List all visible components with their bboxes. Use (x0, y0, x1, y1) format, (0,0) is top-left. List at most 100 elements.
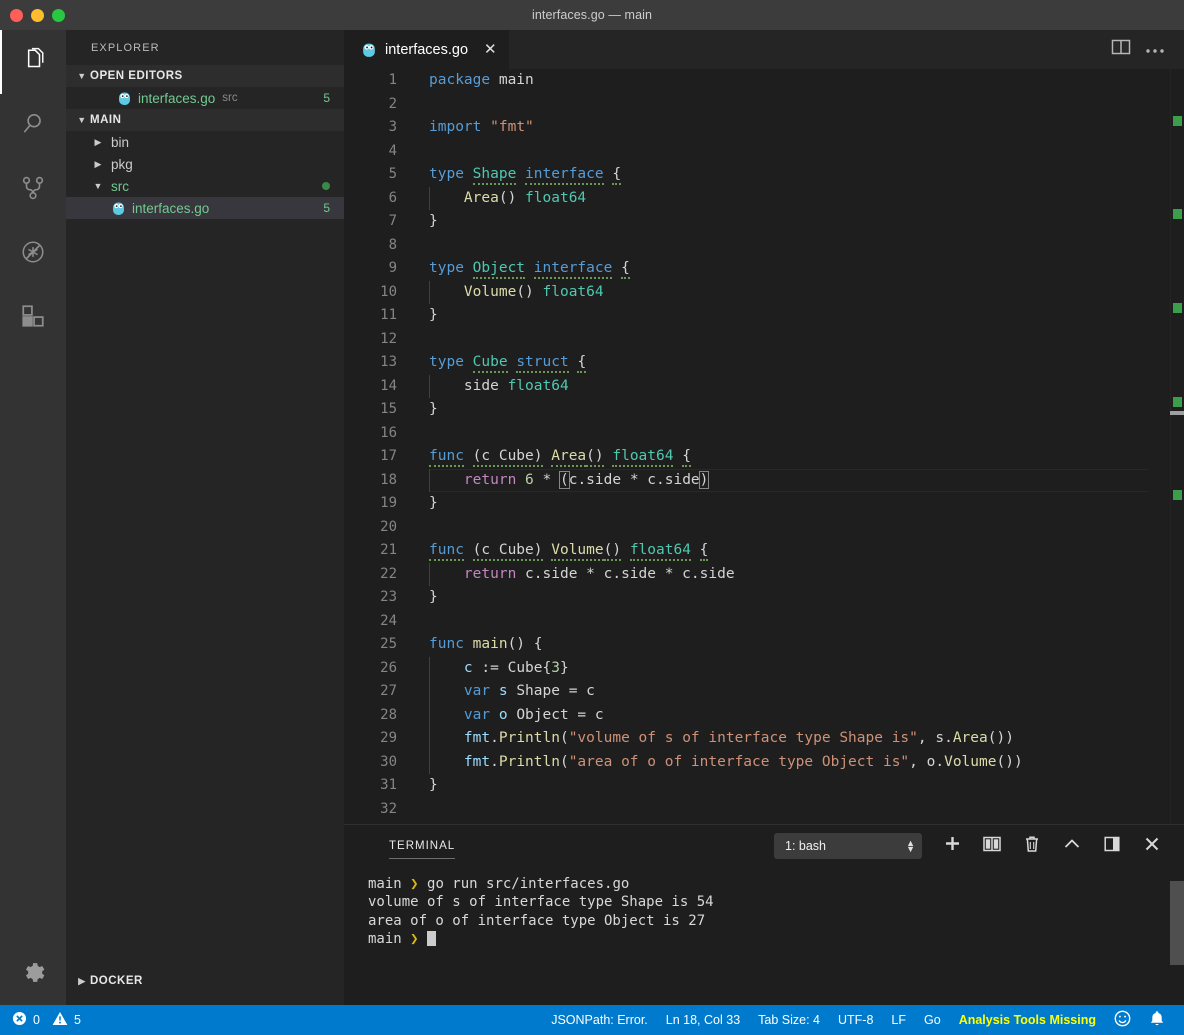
terminal-prompt: main (368, 931, 402, 948)
terminal-cursor (427, 931, 437, 947)
status-jsonpath[interactable]: JSONPath: Error. (542, 1005, 657, 1035)
section-workspace-label: MAIN (90, 114, 122, 126)
line-number: 29 (380, 730, 397, 746)
line-number: 26 (380, 659, 397, 676)
window-controls[interactable] (10, 0, 65, 30)
editor-tab-actions (1104, 30, 1184, 69)
close-panel-button[interactable] (1132, 825, 1172, 867)
extensions-icon (20, 303, 46, 334)
ruler-cursor-mark (1170, 411, 1184, 415)
activity-item-source-control[interactable] (0, 158, 66, 222)
new-terminal-button[interactable] (932, 825, 972, 867)
line-number: 2 (388, 95, 397, 112)
status-tab-size[interactable]: Tab Size: 4 (749, 1005, 829, 1035)
prompt-arrow-icon: ❯ (410, 931, 419, 948)
notifications-button[interactable] (1140, 1005, 1174, 1035)
ruler-warning-mark (1173, 116, 1182, 126)
section-docker[interactable]: ▶ DOCKER (66, 970, 344, 992)
debug-no-bug-icon (20, 239, 46, 270)
panel-header: TERMINAL 1: bash ▲ ▼ (344, 825, 1184, 867)
chevron-up-icon (1063, 837, 1081, 856)
editor-tabs: interfaces.go ✕ (344, 30, 1184, 69)
tab-terminal[interactable]: TERMINAL (389, 825, 456, 867)
kill-terminal-button[interactable] (1012, 825, 1052, 867)
trash-icon (1024, 835, 1040, 858)
gear-icon (21, 960, 46, 990)
notifications-bell-icon (1149, 1010, 1165, 1030)
minimize-window-button[interactable] (31, 8, 44, 22)
tree-item-label: src (111, 178, 129, 194)
toggle-panel-position-button[interactable] (1092, 825, 1132, 867)
title-bar: interfaces.go — main (0, 0, 1184, 30)
line-number: 8 (388, 236, 397, 253)
line-number: 7 (388, 213, 397, 229)
line-number: 20 (380, 518, 397, 535)
line-number: 24 (380, 612, 397, 629)
tree-item-label: interfaces.go (132, 200, 210, 216)
line-number: 18 (380, 471, 397, 488)
activity-item-debug[interactable] (0, 222, 66, 286)
code-editor[interactable]: 1 package main 2 3 import "fmt" 4 5 type Sh… (344, 69, 1184, 854)
sidebar-title: EXPLORER (91, 41, 160, 54)
feedback-smiley-button[interactable] (1105, 1005, 1140, 1035)
tab-interfaces-go[interactable]: interfaces.go ✕ (344, 30, 510, 69)
line-number: 9 (388, 260, 397, 276)
close-icon[interactable]: ✕ (484, 42, 497, 57)
panel-actions: 1: bash ▲ ▼ (774, 825, 1172, 867)
status-problems[interactable]: 0 5 (0, 1011, 81, 1029)
close-window-button[interactable] (10, 8, 23, 22)
chevron-right-icon: ▶ (94, 136, 102, 147)
section-open-editors[interactable]: ▼ OPEN EDITORS (66, 65, 344, 87)
maximize-panel-button[interactable] (1052, 825, 1092, 867)
tree-item-pkg[interactable]: ▶ pkg (66, 153, 344, 175)
open-editor-item[interactable]: interfaces.go src 5 (66, 87, 344, 109)
section-workspace[interactable]: ▼ MAIN (66, 109, 344, 131)
open-editor-folder: src (222, 92, 238, 104)
line-number: 1 (388, 72, 397, 88)
tree-item-label: bin (111, 134, 130, 150)
zoom-window-button[interactable] (52, 8, 65, 22)
tree-item-interfaces-go[interactable]: interfaces.go 5 (66, 197, 344, 219)
line-number: 31 (380, 777, 397, 793)
terminal-scrollbar[interactable] (1170, 881, 1184, 965)
ruler-warning-mark (1173, 303, 1182, 313)
split-editor-button[interactable] (1104, 30, 1138, 69)
line-number: 30 (380, 753, 397, 770)
tree-item-src[interactable]: ▼ src (66, 175, 344, 197)
activity-bar (0, 30, 66, 1005)
go-gopher-icon (362, 42, 375, 57)
status-encoding[interactable]: UTF-8 (829, 1005, 882, 1035)
line-number: 12 (380, 330, 397, 347)
activity-item-extensions[interactable] (0, 286, 66, 350)
terminal-select-value: 1: bash (785, 839, 827, 853)
activity-item-search[interactable] (0, 94, 66, 158)
split-editor-icon (1111, 38, 1131, 61)
status-cursor-position[interactable]: Ln 18, Col 33 (657, 1005, 749, 1035)
line-number: 21 (380, 542, 397, 558)
terminal-select[interactable]: 1: bash ▲ ▼ (774, 833, 922, 859)
status-eol[interactable]: LF (882, 1005, 915, 1035)
more-actions-button[interactable] (1138, 30, 1172, 69)
tab-terminal-label: TERMINAL (389, 840, 456, 852)
activity-item-manage[interactable] (0, 945, 66, 1005)
line-number: 6 (388, 189, 397, 206)
git-status-dot-icon (322, 182, 330, 190)
line-number: 32 (380, 800, 397, 817)
ellipsis-icon (1145, 41, 1165, 59)
line-number: 3 (388, 119, 397, 135)
status-language-mode[interactable]: Go (915, 1005, 950, 1035)
terminal-output[interactable]: main ❯ go run src/interfaces.go volume o… (344, 867, 1184, 1005)
activity-item-explorer[interactable] (0, 30, 66, 94)
error-icon (12, 1011, 27, 1029)
tree-item-bin[interactable]: ▶ bin (66, 131, 344, 153)
status-analysis-tools[interactable]: Analysis Tools Missing (950, 1005, 1105, 1035)
line-number: 28 (380, 706, 397, 723)
overview-ruler[interactable] (1170, 69, 1184, 854)
ruler-warning-mark (1173, 490, 1182, 500)
status-right-group: JSONPath: Error. Ln 18, Col 33 Tab Size:… (542, 1005, 1184, 1035)
terminal-line: main ❯ (368, 930, 1184, 948)
section-open-editors-label: OPEN EDITORS (90, 70, 183, 82)
split-terminal-button[interactable] (972, 825, 1012, 867)
